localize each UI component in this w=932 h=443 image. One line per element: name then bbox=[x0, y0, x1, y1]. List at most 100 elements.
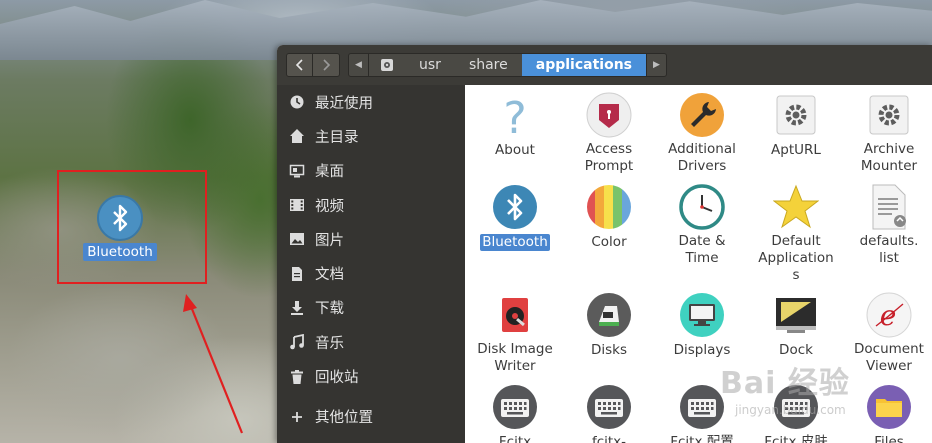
sidebar-item-label: 回收站 bbox=[315, 370, 359, 387]
chevron-right-icon bbox=[323, 59, 331, 71]
path-scroll-left-button[interactable]: ◀ bbox=[349, 54, 369, 76]
disk-writer-icon bbox=[491, 291, 539, 339]
watermark: Bai 经验 bbox=[720, 366, 850, 401]
sidebar-item-trash[interactable]: 回收站 bbox=[277, 359, 465, 393]
sidebar-item-download[interactable]: 下载 bbox=[277, 291, 465, 325]
app-item[interactable]: Fcitx bbox=[469, 383, 561, 443]
sidebar-item-recent[interactable]: 最近使用 bbox=[277, 85, 465, 119]
app-label: Fcitx bbox=[498, 434, 532, 443]
gear-icon bbox=[865, 91, 913, 139]
picture-icon bbox=[288, 230, 306, 248]
app-item[interactable]: e Document Viewer bbox=[843, 291, 932, 375]
app-label: Dock bbox=[779, 342, 813, 358]
app-label: defaults. list bbox=[859, 233, 919, 266]
sidebar-item-music[interactable]: 音乐 bbox=[277, 325, 465, 359]
watermark-url: jingyan.baidu.com bbox=[735, 403, 846, 417]
keyboard-icon bbox=[678, 383, 726, 431]
keyboard-icon bbox=[585, 383, 633, 431]
icon-view: ? About Access Prompt Additional Drivers Apt… bbox=[465, 85, 932, 443]
sidebar-item-label: 视频 bbox=[315, 198, 344, 215]
app-label: Fcitx 配置 bbox=[670, 434, 734, 443]
drive-icon bbox=[381, 59, 393, 71]
recent-icon bbox=[288, 93, 306, 111]
star-icon bbox=[772, 183, 820, 231]
video-icon bbox=[288, 196, 306, 214]
annotation-arrow bbox=[183, 294, 244, 434]
sidebar-item-label: 最近使用 bbox=[315, 95, 373, 112]
app-item[interactable]: AptURL bbox=[750, 91, 842, 159]
app-label: Disks bbox=[590, 342, 628, 358]
download-icon bbox=[288, 299, 306, 317]
app-label: About bbox=[495, 142, 535, 158]
back-button[interactable] bbox=[286, 53, 313, 77]
svg-text:e: e bbox=[880, 299, 897, 332]
app-item[interactable]: Displays bbox=[656, 291, 748, 359]
app-label: Color bbox=[591, 234, 627, 250]
app-item[interactable]: fcitx- bbox=[563, 383, 655, 443]
app-label: Document Viewer bbox=[854, 341, 924, 374]
app-label: Displays bbox=[673, 342, 731, 358]
history-nav bbox=[286, 53, 340, 77]
text-file-icon bbox=[865, 183, 913, 231]
folder-icon bbox=[865, 383, 913, 431]
app-item[interactable]: Date & Time bbox=[656, 183, 748, 267]
sidebar-item-document[interactable]: 文档 bbox=[277, 256, 465, 290]
app-item[interactable]: Files bbox=[843, 383, 932, 443]
display-icon bbox=[678, 291, 726, 339]
gear-icon bbox=[772, 91, 820, 139]
app-label: Disk Image Writer bbox=[477, 341, 553, 374]
app-item[interactable]: Additional Drivers bbox=[656, 91, 748, 175]
app-item[interactable]: Access Prompt bbox=[563, 91, 655, 175]
sidebar-item-plus[interactable]: 其他位置 bbox=[277, 400, 465, 434]
app-item[interactable]: defaults. list bbox=[843, 183, 932, 267]
app-label: Bluetooth bbox=[480, 234, 550, 251]
app-label: Archive Mounter bbox=[860, 141, 918, 174]
app-item[interactable]: Default Application s bbox=[750, 183, 842, 284]
crumb-usr[interactable]: usr bbox=[405, 54, 455, 76]
sidebar-item-picture[interactable]: 图片 bbox=[277, 222, 465, 256]
app-label: fcitx- bbox=[591, 434, 627, 443]
app-item[interactable]: Bluetooth bbox=[469, 183, 561, 251]
desktop-icon bbox=[288, 162, 306, 180]
root-crumb[interactable] bbox=[369, 54, 405, 76]
sidebar-item-label: 文档 bbox=[315, 267, 344, 284]
chevron-left-icon bbox=[295, 59, 303, 71]
document-viewer-icon: e bbox=[865, 291, 913, 339]
app-item[interactable]: Disk Image Writer bbox=[469, 291, 561, 375]
sidebar-item-label: 下载 bbox=[315, 301, 344, 318]
trash-icon bbox=[288, 368, 306, 386]
path-scroll-right-button[interactable]: ▶ bbox=[646, 54, 666, 76]
app-item[interactable]: Color bbox=[563, 183, 655, 251]
places-sidebar: 最近使用主目录桌面视频图片文档下载音乐回收站其他位置 bbox=[277, 85, 465, 443]
sidebar-item-label: 音乐 bbox=[315, 335, 344, 352]
sidebar-item-label: 图片 bbox=[315, 232, 344, 249]
app-label: Fcitx 皮肤 bbox=[764, 434, 828, 443]
app-item[interactable]: ? About bbox=[469, 91, 561, 159]
wrench-icon bbox=[678, 91, 726, 139]
clock-icon bbox=[678, 183, 726, 231]
app-label: Date & Time bbox=[678, 233, 726, 266]
sidebar-item-label: 桌面 bbox=[315, 164, 344, 181]
home-icon bbox=[288, 127, 306, 145]
crumb-applications[interactable]: applications bbox=[521, 54, 646, 76]
sidebar-item-home[interactable]: 主目录 bbox=[277, 119, 465, 153]
document-icon bbox=[288, 265, 306, 283]
crumb-share[interactable]: share bbox=[455, 54, 522, 76]
app-item[interactable]: Dock bbox=[750, 291, 842, 359]
sidebar-item-label: 其他位置 bbox=[315, 410, 373, 427]
sidebar-item-label: 主目录 bbox=[315, 129, 359, 146]
svg-text:?: ? bbox=[503, 93, 526, 139]
sidebar-item-video[interactable]: 视频 bbox=[277, 188, 465, 222]
app-item[interactable]: Archive Mounter bbox=[843, 91, 932, 175]
keyring-icon bbox=[585, 91, 633, 139]
app-item[interactable]: Disks bbox=[563, 291, 655, 359]
sidebar-item-desktop[interactable]: 桌面 bbox=[277, 154, 465, 188]
header-bar: ◀ usr share applications ▶ bbox=[277, 45, 932, 85]
app-label: Files bbox=[874, 434, 904, 443]
annotation-highlight-box bbox=[57, 170, 207, 284]
dock-icon bbox=[772, 291, 820, 339]
app-label: AptURL bbox=[771, 142, 821, 158]
bluetooth-icon bbox=[491, 183, 539, 231]
forward-button[interactable] bbox=[313, 53, 340, 77]
color-icon bbox=[585, 183, 633, 231]
